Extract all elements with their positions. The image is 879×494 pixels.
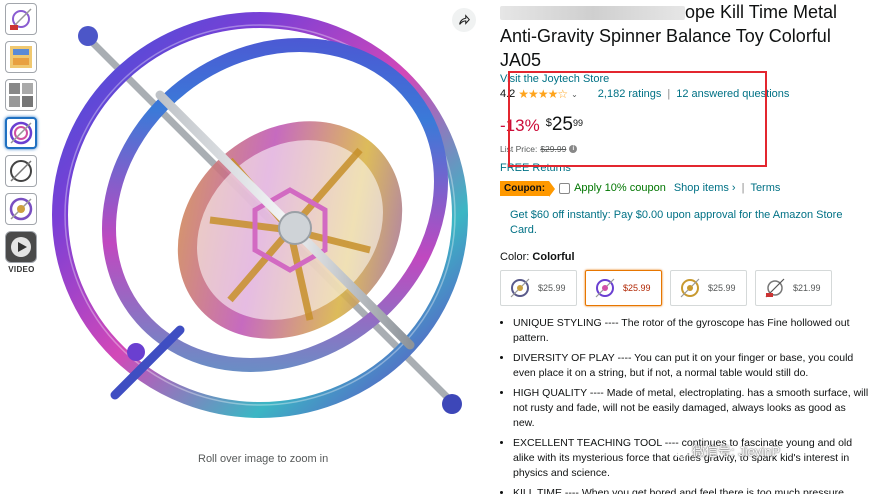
gyroscope-icon [680,278,700,298]
thumbnail-1[interactable] [5,3,37,35]
thumbnail-6[interactable] [5,193,37,225]
swatch-option-4[interactable]: $21.99 [755,270,832,306]
terms-link[interactable]: Terms [750,182,780,194]
package-icon [10,46,32,68]
thumbnail-2[interactable] [5,41,37,73]
wechat-watermark: 微信号: JieyinP [668,441,780,460]
grid-photo-icon [9,83,33,107]
thumbnail-strip: VIDEO [5,3,38,274]
gyroscope-icon [9,197,33,221]
coupon-badge: Coupon: [500,180,556,197]
watermark-text: 微信号: JieyinP [692,444,781,459]
highlight-box [508,71,767,167]
share-icon[interactable] [452,8,476,32]
thumbnail-4-selected[interactable] [5,117,37,149]
gyroscope-icon [510,278,530,298]
store-card-promo[interactable]: Get $60 off instantly: Pay $0.00 upon ap… [510,208,850,238]
coupon-separator: | [741,182,745,194]
swatch-price: $25.99 [623,283,651,293]
play-icon [11,237,31,257]
feature-bullets: UNIQUE STYLING ---- The rotor of the gyr… [500,316,870,494]
swatch-price: $21.99 [793,283,821,293]
gyroscope-icon [595,278,615,298]
thumbnail-5[interactable] [5,155,37,187]
swatch-option-1[interactable]: $25.99 [500,270,577,306]
gyroscope-image [52,12,468,418]
coupon-checkbox[interactable] [559,182,571,194]
gyroscope-icon [10,8,32,30]
bullet-item: DIVERSITY OF PLAY ---- You can put it on… [513,351,870,381]
swatch-price: $25.99 [708,283,736,293]
swatch-option-3[interactable]: $25.99 [670,270,747,306]
bullet-item: UNIQUE STYLING ---- The rotor of the gyr… [513,316,870,346]
coupon-row: Coupon: Apply 10% coupon Shop items › | … [500,180,870,197]
color-label: Color: [500,251,530,263]
main-product-image[interactable] [40,0,480,430]
coupon-text[interactable]: Apply 10% coupon [574,182,666,194]
bullet-item: HIGH QUALITY ---- Made of metal, electro… [513,386,870,431]
product-title: ope Kill Time Metal Anti-Gravity Spinner… [500,0,870,72]
swatch-option-2-selected[interactable]: $25.99 [585,270,662,306]
wechat-icon [668,443,688,458]
bullet-item: KILL TIME ---- When you get bored and fe… [513,486,870,494]
thumbnail-video[interactable] [5,231,37,263]
color-value: Colorful [532,251,575,263]
swatch-price: $25.99 [538,283,566,293]
video-label: VIDEO [8,265,35,274]
color-swatches: $25.99 $25.99 $25.99 $21.99 [500,270,870,306]
color-selector-label: Color: Colorful [500,251,870,263]
gyroscope-icon [9,121,33,145]
thumbnail-3[interactable] [5,79,37,111]
share-arrow-icon [459,14,470,25]
gyroscope-icon [10,160,32,182]
blurred-title-start [500,6,685,21]
shop-items-link[interactable]: Shop items › [674,182,736,194]
gyroscope-icon [765,278,785,298]
zoom-hint: Roll over image to zoom in [198,453,329,465]
